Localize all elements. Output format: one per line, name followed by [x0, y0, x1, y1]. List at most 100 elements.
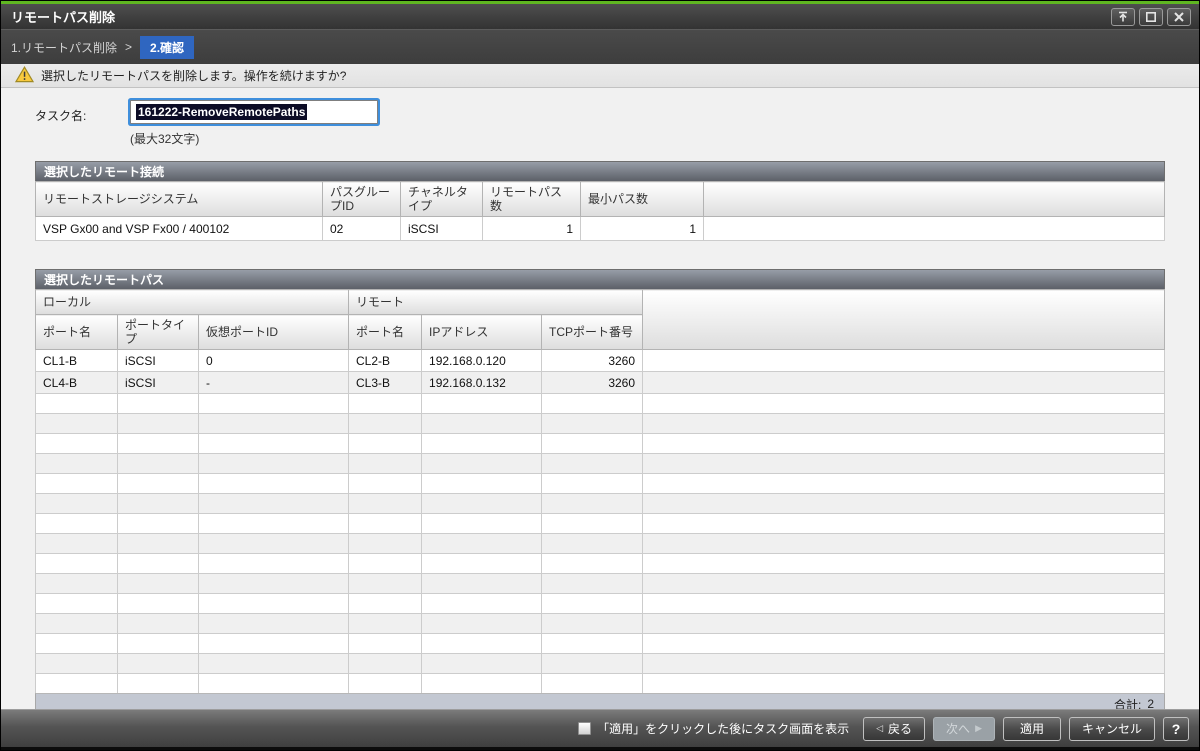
column-header-port-type: ポートタイプ	[117, 314, 199, 350]
dialog-title: リモートパス削除	[11, 10, 116, 25]
empty-row	[35, 553, 1165, 574]
remote-paths-section: 選択したリモートパス ローカル リモート ポート名 ポートタイプ 仮想ポートID…	[34, 269, 1165, 709]
title-bar: リモートパス削除	[1, 4, 1199, 29]
remote-paths-table-body: CL1-B iSCSI 0 CL2-B 192.168.0.120 3260 C…	[35, 349, 1165, 694]
bottom-edge	[1, 747, 1199, 750]
column-header-filler	[703, 181, 1165, 217]
empty-row	[35, 673, 1165, 694]
maximize-button[interactable]	[1139, 7, 1163, 26]
warning-message: 選択したリモートパスを削除します。操作を続けますか?	[41, 69, 347, 83]
cell-remote-port: CL3-B	[348, 371, 423, 394]
column-header-path-group-id: パスグループID	[322, 181, 401, 217]
apply-button[interactable]: 適用	[1002, 716, 1061, 741]
help-button[interactable]: ?	[1163, 716, 1189, 741]
empty-row	[35, 533, 1165, 554]
cell-min-path-count: 1	[580, 216, 704, 241]
bottom-toolbar: 「適用」をクリックした後にタスク画面を表示 ◁ 戻る 次へ ▶ 適用 キャンセル…	[1, 709, 1199, 747]
right-triangle-icon: ▶	[975, 723, 982, 733]
cell-port-type: iSCSI	[117, 371, 199, 394]
remote-connections-table: リモートストレージシステム パスグループID チャネルタイプ リモートパス数 最…	[35, 181, 1165, 241]
empty-row	[35, 613, 1165, 634]
breadcrumb-step-2-badge: 2.確認	[140, 35, 195, 59]
cell-local-port: CL1-B	[35, 349, 118, 372]
cell-path-group-id: 02	[322, 216, 401, 241]
empty-row	[35, 573, 1165, 594]
column-header-ip-address: IPアドレス	[421, 314, 543, 350]
empty-row	[35, 473, 1165, 494]
show-task-screen-checkbox[interactable]	[578, 722, 592, 735]
empty-row	[35, 633, 1165, 654]
table-total-bar: 合計: 2	[35, 693, 1165, 709]
task-name-selected-text: 161222-RemoveRemotePaths	[136, 104, 308, 120]
warning-icon	[14, 65, 35, 86]
cell-remote-path-count: 1	[482, 216, 581, 241]
cell-filler	[642, 371, 1165, 394]
cell-tcp-port: 3260	[541, 371, 644, 394]
cell-ip-address: 192.168.0.132	[421, 371, 543, 394]
cell-remote-port: CL2-B	[348, 349, 423, 372]
cell-filler	[642, 349, 1165, 372]
column-header-min-path-count: 最小パス数	[580, 181, 704, 217]
column-header-tcp-port: TCPポート番号	[541, 314, 644, 350]
close-icon	[1173, 11, 1185, 23]
empty-row	[35, 433, 1165, 454]
cell-local-port: CL4-B	[35, 371, 118, 394]
cancel-button-label: キャンセル	[1081, 722, 1142, 736]
empty-row	[35, 653, 1165, 674]
warning-banner: 選択したリモートパスを削除します。操作を続けますか?	[1, 64, 1199, 88]
remote-connections-header-row: リモートストレージシステム パスグループID チャネルタイプ リモートパス数 最…	[35, 181, 1165, 217]
next-button[interactable]: 次へ ▶	[933, 716, 995, 741]
remote-paths-section-header: 選択したリモートパス	[35, 269, 1165, 289]
column-header-local-port-name: ポート名	[35, 314, 118, 350]
empty-row	[35, 393, 1165, 414]
column-header-storage-system: リモートストレージシステム	[35, 181, 323, 217]
remote-connections-section: 選択したリモート接続 リモートストレージシステム パスグループID チャネルタイ…	[35, 161, 1165, 241]
maximize-icon	[1145, 11, 1157, 23]
cell-filler	[703, 216, 1165, 241]
breadcrumb-step-1: 1.リモートパス削除	[11, 40, 118, 55]
show-task-screen-option[interactable]: 「適用」をクリックした後にタスク画面を表示	[578, 720, 849, 737]
task-name-label: タスク名:	[35, 109, 87, 123]
remote-path-row: CL1-B iSCSI 0 CL2-B 192.168.0.120 3260	[35, 349, 1165, 372]
group-header-local: ローカル	[34, 289, 350, 315]
back-button[interactable]: ◁ 戻る	[863, 716, 926, 741]
cell-storage-system: VSP Gx00 and VSP Fx00 / 400102	[35, 216, 323, 241]
empty-row	[35, 493, 1165, 514]
breadcrumb-separator: >	[125, 40, 133, 54]
empty-row	[35, 513, 1165, 534]
column-header-virtual-port-id: 仮想ポートID	[197, 314, 350, 350]
total-value: 2	[1147, 697, 1154, 709]
remote-paths-section-title: 選択したリモートパス	[44, 273, 165, 287]
dialog-window: リモートパス削除 1.リモートパス削除 > 2.確認 選択したリモートパスを削除…	[0, 0, 1200, 751]
window-controls	[1111, 7, 1191, 26]
column-header-remote-port-name: ポート名	[348, 314, 423, 350]
next-button-label: 次へ	[946, 722, 971, 736]
close-button[interactable]	[1167, 7, 1191, 26]
cell-port-type: iSCSI	[117, 349, 199, 372]
remote-path-row: CL4-B iSCSI - CL3-B 192.168.0.132 3260	[35, 371, 1165, 394]
cell-virtual-port-id: 0	[197, 349, 350, 372]
left-triangle-icon: ◁	[876, 723, 884, 733]
cancel-button[interactable]: キャンセル	[1068, 716, 1155, 741]
cell-tcp-port: 3260	[541, 349, 644, 372]
cell-virtual-port-id: -	[197, 371, 350, 394]
detach-button[interactable]	[1111, 7, 1135, 26]
apply-button-label: 適用	[1019, 722, 1044, 736]
dialog-content: タスク名: 161222-RemoveRemotePaths (最大32文字) …	[1, 88, 1199, 709]
task-name-input[interactable]: 161222-RemoveRemotePaths	[130, 100, 378, 124]
group-header-remote: リモート	[348, 289, 644, 315]
column-header-remote-path-count: リモートパス数	[482, 181, 581, 217]
total-label: 合計:	[1113, 697, 1142, 710]
group-header-filler	[642, 289, 1165, 350]
empty-row	[35, 453, 1165, 474]
task-name-row: タスク名: 161222-RemoveRemotePaths	[35, 100, 1165, 124]
show-task-screen-label: 「適用」をクリックした後にタスク画面を表示	[597, 722, 850, 736]
empty-row	[35, 593, 1165, 614]
column-header-channel-type: チャネルタイプ	[400, 181, 483, 217]
remote-paths-table: ローカル リモート ポート名 ポートタイプ 仮想ポートID ポート名 IPアドレ…	[34, 289, 1165, 694]
remote-connections-section-title: 選択したリモート接続	[44, 165, 165, 179]
remote-connection-row: VSP Gx00 and VSP Fx00 / 400102 02 iSCSI …	[35, 216, 1165, 241]
remote-paths-group-header-row: ローカル リモート	[34, 289, 1165, 350]
breadcrumb: 1.リモートパス削除 > 2.確認	[1, 29, 1199, 64]
remote-connections-section-header: 選択したリモート接続	[35, 161, 1165, 181]
